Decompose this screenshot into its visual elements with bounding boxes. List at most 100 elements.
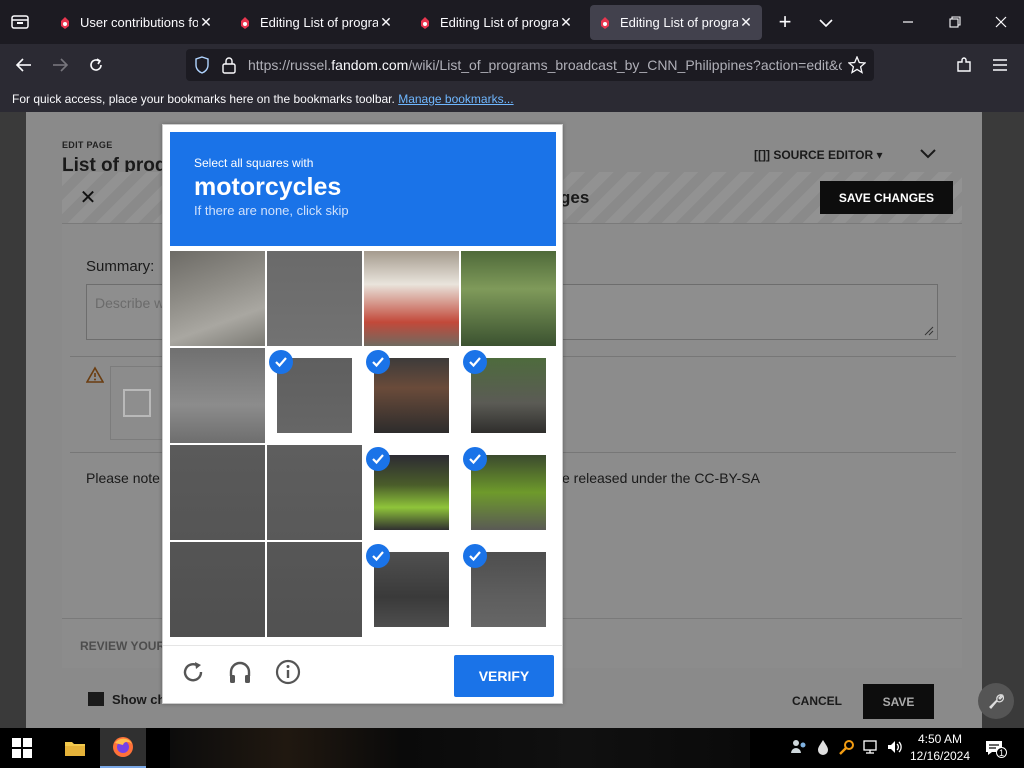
tile-image — [267, 445, 362, 540]
captcha-tile[interactable] — [170, 251, 265, 346]
summary-placeholder: Describe w — [95, 295, 165, 311]
new-tab-plus-icon[interactable]: + — [772, 10, 798, 36]
captcha-tile[interactable] — [364, 251, 459, 346]
tab-close-icon[interactable]: ✕ — [558, 14, 574, 31]
recaptcha-checkbox[interactable] — [123, 389, 151, 417]
captcha-tile[interactable] — [364, 348, 459, 443]
tile-image — [267, 251, 362, 346]
captcha-tile[interactable] — [461, 542, 556, 637]
selected-checkmark-icon — [269, 350, 293, 374]
tab-bar: User contributions for ✕ Editing List of… — [0, 0, 1024, 44]
tab-editing-active[interactable]: Editing List of program ✕ — [590, 5, 762, 40]
tab-editing-1[interactable]: Editing List of program ✕ — [230, 5, 402, 40]
tab-title: User contributions for — [80, 15, 198, 30]
wrench-icon[interactable] — [978, 683, 1014, 719]
captcha-tile[interactable] — [461, 251, 556, 346]
minimize-icon[interactable] — [893, 8, 923, 36]
tab-editing-2[interactable]: Editing List of program ✕ — [410, 5, 582, 40]
verify-button[interactable]: VERIFY — [454, 655, 554, 697]
close-window-icon[interactable] — [986, 8, 1016, 36]
bookmarks-hint: For quick access, place your bookmarks h… — [12, 92, 395, 106]
chevron-down-icon[interactable] — [918, 146, 938, 162]
review-changes-label[interactable]: REVIEW YOUR — [80, 639, 165, 653]
back-arrow-icon[interactable] — [9, 50, 39, 80]
tab-close-icon[interactable]: ✕ — [378, 14, 394, 31]
captcha-tile[interactable] — [170, 348, 265, 443]
volume-icon[interactable] — [886, 738, 904, 756]
captcha-tile[interactable] — [170, 542, 265, 637]
tab-title: Editing List of program — [260, 15, 378, 30]
cancel-button[interactable]: CANCEL — [792, 694, 842, 708]
restore-icon[interactable] — [940, 8, 970, 36]
target-object-text: motorcycles — [194, 173, 342, 201]
windows-start-icon[interactable] — [12, 738, 32, 758]
selected-checkmark-icon — [366, 447, 390, 471]
fandom-favicon-icon — [601, 16, 609, 29]
captcha-tile[interactable] — [364, 542, 459, 637]
firefox-view-icon[interactable] — [6, 8, 34, 36]
clock-date: 12/16/2024 — [909, 749, 971, 763]
firefox-taskbar-icon[interactable] — [100, 728, 146, 768]
key-search-icon[interactable] — [838, 738, 856, 756]
captcha-tile[interactable] — [461, 445, 556, 540]
network-people-icon[interactable] — [790, 738, 808, 756]
captcha-tile[interactable] — [461, 348, 556, 443]
save-button[interactable]: SAVE — [863, 684, 934, 719]
recaptcha-checkbox-widget — [110, 366, 170, 440]
summary-label: Summary: — [86, 258, 155, 275]
notification-center-icon[interactable]: 1 — [984, 738, 1007, 758]
save-changes-button[interactable]: SAVE CHANGES — [820, 181, 953, 214]
warning-icon — [86, 366, 104, 383]
tile-image — [170, 348, 265, 443]
bookmark-star-icon[interactable] — [848, 56, 866, 74]
bookmarks-toolbar: For quick access, place your bookmarks h… — [0, 86, 1024, 112]
manage-bookmarks-link[interactable]: Manage bookmarks... — [398, 92, 513, 106]
captcha-tile[interactable] — [267, 445, 362, 540]
tile-image — [170, 251, 265, 346]
recaptcha-header: Select all squares with motorcycles If t… — [170, 132, 556, 246]
captcha-tile[interactable] — [364, 445, 459, 540]
list-all-tabs-chevron-icon[interactable] — [813, 10, 839, 36]
forward-arrow-icon[interactable] — [45, 50, 75, 80]
extensions-puzzle-icon[interactable] — [949, 50, 979, 80]
clock-time: 4:50 AM — [917, 732, 963, 746]
diff-icon — [88, 692, 104, 706]
license-note-end: e released under the CC-BY-SA — [562, 470, 760, 486]
selected-checkmark-icon — [463, 544, 487, 568]
show-changes-button[interactable]: Show ch — [88, 692, 165, 707]
tab-close-icon[interactable]: ✕ — [738, 14, 754, 31]
selected-checkmark-icon — [366, 350, 390, 374]
selected-checkmark-icon — [366, 544, 390, 568]
info-icon[interactable] — [274, 658, 302, 686]
shield-icon[interactable] — [194, 56, 210, 74]
app-menu-hamburger-icon[interactable] — [985, 50, 1015, 80]
tile-image — [267, 542, 362, 637]
tab-close-icon[interactable]: ✕ — [198, 14, 214, 31]
reload-icon[interactable] — [81, 50, 111, 80]
tab-user-contributions[interactable]: User contributions for ✕ — [50, 5, 222, 40]
recaptcha-footer: VERIFY — [163, 645, 562, 704]
system-clock[interactable]: 4:50 AM 12/16/2024 — [908, 731, 972, 765]
audio-challenge-headphones-icon[interactable] — [226, 658, 254, 686]
lock-icon[interactable] — [222, 56, 236, 74]
reload-challenge-icon[interactable] — [179, 658, 207, 686]
resize-grip-icon[interactable] — [924, 326, 934, 336]
droplet-icon[interactable] — [814, 738, 832, 756]
source-editor-toggle[interactable]: [[]] SOURCE EDITOR ▾ — [754, 148, 882, 162]
tile-image — [461, 251, 556, 346]
network-icon[interactable] — [862, 738, 880, 756]
tab-title: Editing List of program — [620, 15, 738, 30]
url-bar[interactable]: https://russel.fandom.com/wiki/List_of_p… — [186, 49, 874, 81]
navigation-bar: https://russel.fandom.com/wiki/List_of_p… — [0, 44, 1024, 86]
fandom-favicon-icon — [421, 16, 429, 29]
instruction-text: Select all squares with — [194, 156, 314, 170]
windows-taskbar: 4:50 AM 12/16/2024 1 — [0, 728, 1024, 768]
captcha-tile[interactable] — [267, 348, 362, 443]
taskbar-background-strip — [170, 728, 750, 768]
file-explorer-icon[interactable] — [52, 728, 98, 768]
close-icon[interactable]: ✕ — [76, 186, 100, 210]
edit-page-label: EDIT PAGE — [62, 140, 113, 150]
captcha-tile[interactable] — [267, 251, 362, 346]
captcha-tile[interactable] — [170, 445, 265, 540]
captcha-tile[interactable] — [267, 542, 362, 637]
